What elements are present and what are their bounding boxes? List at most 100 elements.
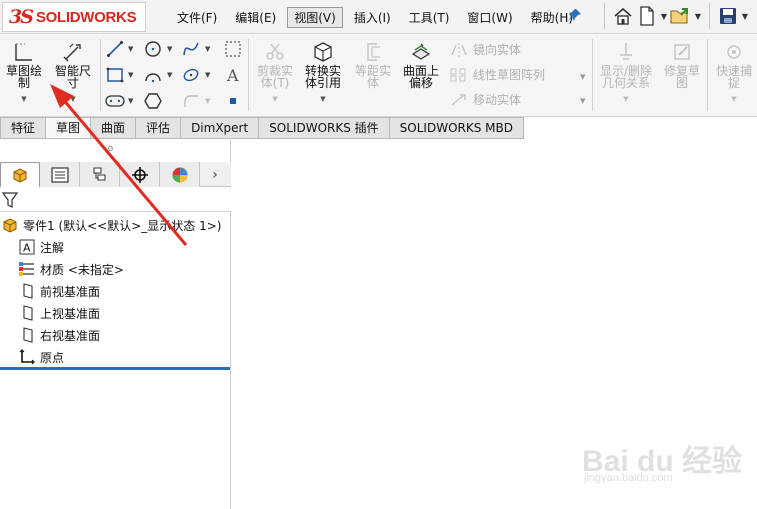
linear-pattern-label: 线性草图阵列 [473, 68, 546, 82]
pin-icon[interactable] [568, 8, 582, 25]
ribbon-divider [592, 39, 593, 111]
relations-dropdown-arrow: ▼ [623, 95, 629, 103]
line-icon[interactable] [104, 39, 126, 59]
sketch-button[interactable]: 草图绘 制 ▼ [3, 41, 45, 105]
plane-icon [17, 326, 37, 344]
spline-dropdown-arrow[interactable]: ▼ [205, 45, 210, 53]
manager-tabs: › [0, 162, 231, 187]
display-manager-tab[interactable] [160, 162, 200, 187]
construction-geometry-icon[interactable] [222, 39, 244, 59]
text-icon[interactable]: A [222, 65, 244, 85]
origin-icon [17, 348, 37, 366]
plane-point-icon[interactable] [222, 91, 244, 111]
menu-edit[interactable]: 编辑(E) [228, 7, 283, 28]
tree-filter-bar[interactable] [0, 188, 231, 212]
polygon-icon[interactable] [142, 91, 164, 111]
slot-icon[interactable] [104, 91, 126, 111]
save-dropdown-arrow[interactable]: ▼ [740, 12, 750, 21]
menu-file[interactable]: 文件(F) [170, 7, 224, 28]
plane-icon [17, 282, 37, 300]
arc-icon[interactable] [142, 65, 164, 85]
configuration-manager-tab[interactable] [80, 162, 120, 187]
new-dropdown-arrow[interactable]: ▼ [659, 12, 669, 21]
offset-label-2: 体 [366, 76, 379, 90]
tab-dimxpert[interactable]: DimXpert [181, 117, 260, 139]
menu-insert[interactable]: 插入(I) [347, 7, 398, 28]
dimxpert-manager-tab[interactable] [120, 162, 160, 187]
repair-label-2: 图 [675, 76, 688, 90]
baidu-watermark: Bai du 经验 jingyan.baidu.com [582, 432, 752, 492]
circle-icon[interactable] [142, 39, 164, 59]
tree-item-origin[interactable]: 原点 [17, 347, 64, 367]
svg-text:A: A [23, 242, 31, 255]
repair-sketch-icon [674, 44, 690, 60]
offset-entities-button: 等距实 体 [350, 41, 396, 89]
tree-item-label: 注解 [40, 240, 65, 255]
configuration-manager-icon [93, 167, 105, 180]
display-delete-relations-button: 显示/删除 几何关系 ▼ [596, 41, 656, 105]
tab-sketch[interactable]: 草图 [46, 117, 92, 139]
smart-dimension-button[interactable]: 智能尺 寸 ▼ [50, 41, 96, 105]
tree-item-label: 右视基准面 [40, 328, 101, 343]
mirror-label: 镜向实体 [473, 43, 522, 57]
repair-sketch-button: 修复草 图 [660, 41, 704, 89]
trim-entities-button: 剪裁实 体(T) ▼ [252, 41, 298, 105]
sketch-label-2: 制 [17, 76, 30, 90]
smart-dimension-label-2: 寸 [66, 76, 79, 90]
open-folder-icon[interactable] [669, 3, 693, 29]
fillet-icon [180, 91, 202, 111]
quick-snaps-button: 快速捕 捉 ▼ [712, 41, 756, 105]
panel-splitter-handle[interactable] [108, 146, 113, 151]
property-manager-tab[interactable] [40, 162, 80, 187]
open-dropdown-arrow[interactable]: ▼ [693, 12, 703, 21]
tab-surfaces[interactable]: 曲面 [91, 117, 137, 139]
material-icon [17, 260, 37, 278]
menu-tools[interactable]: 工具(T) [402, 7, 457, 28]
tree-item-top-plane[interactable]: 上视基准面 [17, 303, 100, 323]
quick-snaps-dropdown-arrow: ▼ [731, 95, 737, 103]
tree-rollback-bar[interactable] [0, 367, 230, 370]
spline-icon[interactable] [180, 39, 202, 59]
circle-dropdown-arrow[interactable]: ▼ [167, 45, 172, 53]
sketch-dropdown-arrow[interactable]: ▼ [3, 93, 45, 105]
tree-item-material[interactable]: 材质 <未指定> [17, 259, 124, 279]
rectangle-icon[interactable] [104, 65, 126, 85]
new-document-icon[interactable] [635, 3, 659, 29]
feature-manager-tab[interactable] [0, 162, 40, 187]
convert-entities-button[interactable]: 转换实 体引用 ▼ [301, 41, 345, 105]
tab-features[interactable]: 特征 [0, 117, 47, 139]
command-manager-tabs: 特征 草图 曲面 评估 DimXpert SOLIDWORKS 插件 SOLID… [0, 117, 757, 139]
slot-dropdown-arrow[interactable]: ▼ [128, 97, 133, 105]
tree-item-annotations[interactable]: A 注解 [17, 237, 64, 257]
line-dropdown-arrow[interactable]: ▼ [128, 45, 133, 53]
arc-dropdown-arrow[interactable]: ▼ [167, 71, 172, 79]
ribbon-divider [707, 39, 708, 111]
tab-solidworks-mbd[interactable]: SOLIDWORKS MBD [389, 117, 524, 139]
tree-item-label: 材质 <未指定> [40, 262, 124, 277]
move-icon [449, 92, 469, 108]
tab-evaluate[interactable]: 评估 [136, 117, 182, 139]
smart-dimension-dropdown-arrow[interactable]: ▼ [50, 93, 96, 105]
linear-pattern-dropdown-arrow: ▼ [580, 73, 586, 81]
tree-item-right-plane[interactable]: 右视基准面 [17, 325, 100, 345]
plane-icon [17, 304, 37, 322]
save-icon[interactable] [716, 3, 740, 29]
filter-icon[interactable] [2, 192, 18, 208]
menu-view[interactable]: 视图(V) [287, 7, 343, 28]
tab-solidworks-addins[interactable]: SOLIDWORKS 插件 [259, 117, 390, 139]
relations-label-2: 几何关系 [601, 76, 650, 90]
menu-window[interactable]: 窗口(W) [460, 7, 519, 28]
ribbon-divider [100, 39, 101, 111]
convert-dropdown-arrow[interactable]: ▼ [301, 93, 345, 105]
rectangle-dropdown-arrow[interactable]: ▼ [128, 71, 133, 79]
menu-bar: 文件(F) 编辑(E) 视图(V) 插入(I) 工具(T) 窗口(W) 帮助(H… [170, 7, 584, 28]
offset-on-surface-button[interactable]: 曲面上 偏移 [398, 41, 444, 89]
svg-text:A: A [226, 66, 239, 84]
tree-item-front-plane[interactable]: 前视基准面 [17, 281, 100, 301]
ellipse-dropdown-arrow[interactable]: ▼ [205, 71, 210, 79]
more-tabs-chevron-icon[interactable]: › [200, 162, 230, 187]
home-icon[interactable] [611, 3, 635, 29]
solidworks-logo[interactable]: 3S SOLIDWORKS [2, 2, 146, 32]
ellipse-icon[interactable] [180, 65, 202, 85]
tree-root-part[interactable]: 零件1 (默认<<默认>_显示状态 1>) [0, 215, 221, 235]
